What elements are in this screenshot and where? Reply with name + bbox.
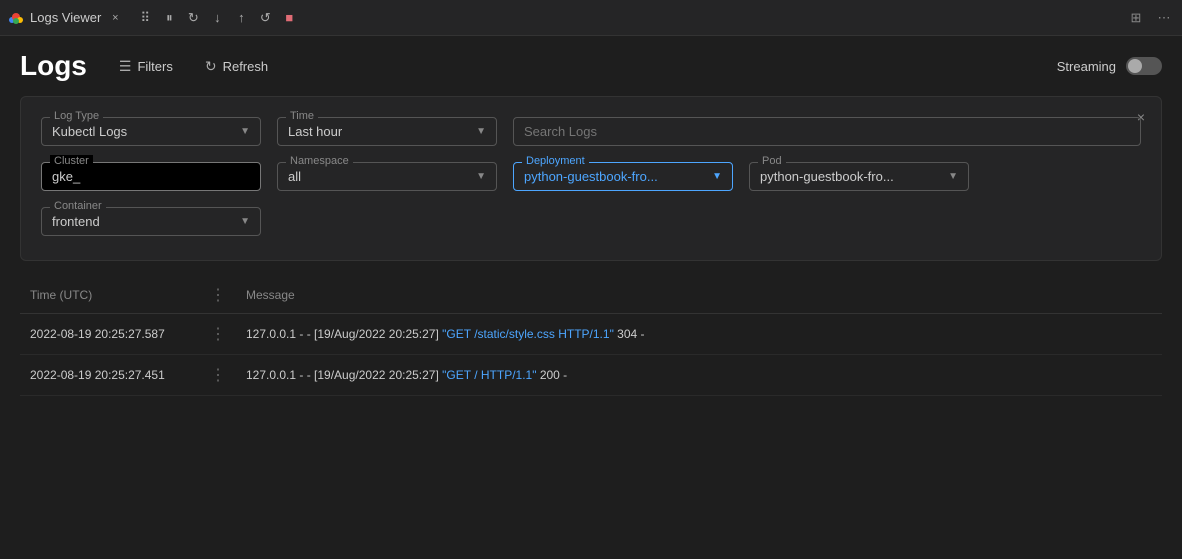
titlebar-actions: ⠿ ⏸ ↻ ↓ ↑ ↺ ■ [135, 8, 299, 28]
table-header-row: Time (UTC) ⋮ Message [20, 277, 1162, 314]
container-value: frontend [52, 214, 100, 229]
col-actions: ⋮ [200, 277, 236, 314]
log-message-1: 127.0.0.1 - - [19/Aug/2022 20:25:27] "GE… [236, 314, 1162, 355]
cluster-label: Cluster [50, 155, 93, 167]
table-row: 2022-08-19 20:25:27.587 ⋮ 127.0.0.1 - - … [20, 314, 1162, 355]
download-btn[interactable]: ↓ [207, 8, 227, 28]
logs-area: Time (UTC) ⋮ Message 2022-08-19 20:25:27… [0, 277, 1182, 396]
pod-label: Pod [758, 155, 786, 167]
namespace-value: all [288, 169, 301, 184]
titlebar-right: ⊞ ⋯ [1126, 8, 1174, 28]
time-select[interactable]: Last hour ▼ [288, 124, 486, 139]
log-type-chevron: ▼ [240, 126, 250, 137]
log-actions-2[interactable]: ⋮ [200, 355, 236, 396]
row-actions-icon-2[interactable]: ⋮ [210, 367, 226, 384]
stop-btn[interactable]: ■ [279, 8, 299, 28]
log-msg-link-1[interactable]: "GET /static/style.css HTTP/1.1" [442, 327, 614, 341]
upload-btn[interactable]: ↑ [231, 8, 251, 28]
row-actions-icon-1[interactable]: ⋮ [210, 326, 226, 343]
page-title: Logs [20, 50, 87, 82]
filter-row-3: Container frontend ▼ [41, 207, 1141, 236]
cluster-input[interactable] [52, 169, 250, 184]
log-msg-prefix-1: 127.0.0.1 - - [19/Aug/2022 20:25:27] [246, 327, 442, 341]
logs-table-body: 2022-08-19 20:25:27.587 ⋮ 127.0.0.1 - - … [20, 314, 1162, 396]
pod-chevron: ▼ [948, 171, 958, 182]
more-options-icon[interactable]: ⋯ [1154, 8, 1174, 28]
namespace-select[interactable]: all ▼ [288, 169, 486, 184]
log-type-value: Kubectl Logs [52, 124, 127, 139]
cloud-logo [8, 10, 24, 26]
log-msg-suffix-1: 304 - [614, 327, 645, 341]
namespace-label: Namespace [286, 155, 353, 167]
time-value: Last hour [288, 124, 342, 139]
titlebar-title: Logs Viewer [30, 10, 101, 25]
filters-btn[interactable]: ☰ Filters [111, 54, 181, 79]
log-msg-suffix-2: 200 - [536, 368, 567, 382]
titlebar: Logs Viewer × ⠿ ⏸ ↻ ↓ ↑ ↺ ■ ⊞ ⋯ [0, 0, 1182, 36]
search-input[interactable] [524, 124, 1130, 139]
refresh-action-btn[interactable]: ↻ [183, 8, 203, 28]
col-actions-icon[interactable]: ⋮ [210, 287, 226, 304]
log-time-1: 2022-08-19 20:25:27.587 [20, 314, 200, 355]
time-label: Time [286, 110, 318, 122]
streaming-area: Streaming [1057, 57, 1162, 75]
reset-btn[interactable]: ↺ [255, 8, 275, 28]
deployment-field[interactable]: Deployment python-guestbook-fro... ▼ [513, 162, 733, 191]
log-type-label: Log Type [50, 110, 103, 122]
pod-select[interactable]: python-guestbook-fro... ▼ [760, 169, 958, 184]
log-type-field[interactable]: Log Type Kubectl Logs ▼ [41, 117, 261, 146]
page-header: Logs ☰ Filters ↻ Refresh Streaming [0, 36, 1182, 96]
search-field[interactable] [513, 117, 1141, 146]
streaming-label: Streaming [1057, 59, 1116, 74]
container-chevron: ▼ [240, 216, 250, 227]
deployment-value: python-guestbook-fro... [524, 169, 658, 184]
filter-panel: × Log Type Kubectl Logs ▼ Time Last hour… [20, 96, 1162, 261]
drag-handle-btn[interactable]: ⠿ [135, 8, 155, 28]
pause-btn[interactable]: ⏸ [159, 8, 179, 28]
refresh-btn[interactable]: ↻ Refresh [197, 54, 276, 79]
cluster-field[interactable]: Cluster [41, 162, 261, 191]
container-select[interactable]: frontend ▼ [52, 214, 250, 229]
log-actions-1[interactable]: ⋮ [200, 314, 236, 355]
filter-row-2: Cluster Namespace all ▼ Deployment pytho… [41, 162, 1141, 191]
deployment-label: Deployment [522, 155, 589, 167]
col-time: Time (UTC) [20, 277, 200, 314]
namespace-chevron: ▼ [476, 171, 486, 182]
filters-icon: ☰ [119, 58, 132, 75]
refresh-label: Refresh [223, 59, 269, 74]
titlebar-close-btn[interactable]: × [107, 10, 123, 26]
deployment-chevron: ▼ [712, 171, 722, 182]
filter-row-1: Log Type Kubectl Logs ▼ Time Last hour ▼ [41, 117, 1141, 146]
filters-label: Filters [137, 59, 172, 74]
container-label: Container [50, 200, 106, 212]
log-message-2: 127.0.0.1 - - [19/Aug/2022 20:25:27] "GE… [236, 355, 1162, 396]
time-chevron: ▼ [476, 126, 486, 137]
log-time-2: 2022-08-19 20:25:27.451 [20, 355, 200, 396]
container-field[interactable]: Container frontend ▼ [41, 207, 261, 236]
layout-icon[interactable]: ⊞ [1126, 8, 1146, 28]
deployment-select[interactable]: python-guestbook-fro... ▼ [524, 169, 722, 184]
toggle-thumb [1128, 59, 1142, 73]
refresh-icon: ↻ [205, 58, 217, 75]
streaming-toggle[interactable] [1126, 57, 1162, 75]
logs-table: Time (UTC) ⋮ Message 2022-08-19 20:25:27… [20, 277, 1162, 396]
col-message: Message [236, 277, 1162, 314]
namespace-field[interactable]: Namespace all ▼ [277, 162, 497, 191]
pod-value: python-guestbook-fro... [760, 169, 894, 184]
pod-field[interactable]: Pod python-guestbook-fro... ▼ [749, 162, 969, 191]
log-msg-prefix-2: 127.0.0.1 - - [19/Aug/2022 20:25:27] [246, 368, 442, 382]
log-msg-link-2[interactable]: "GET / HTTP/1.1" [442, 368, 536, 382]
log-type-select[interactable]: Kubectl Logs ▼ [52, 124, 250, 139]
table-row: 2022-08-19 20:25:27.451 ⋮ 127.0.0.1 - - … [20, 355, 1162, 396]
time-field[interactable]: Time Last hour ▼ [277, 117, 497, 146]
